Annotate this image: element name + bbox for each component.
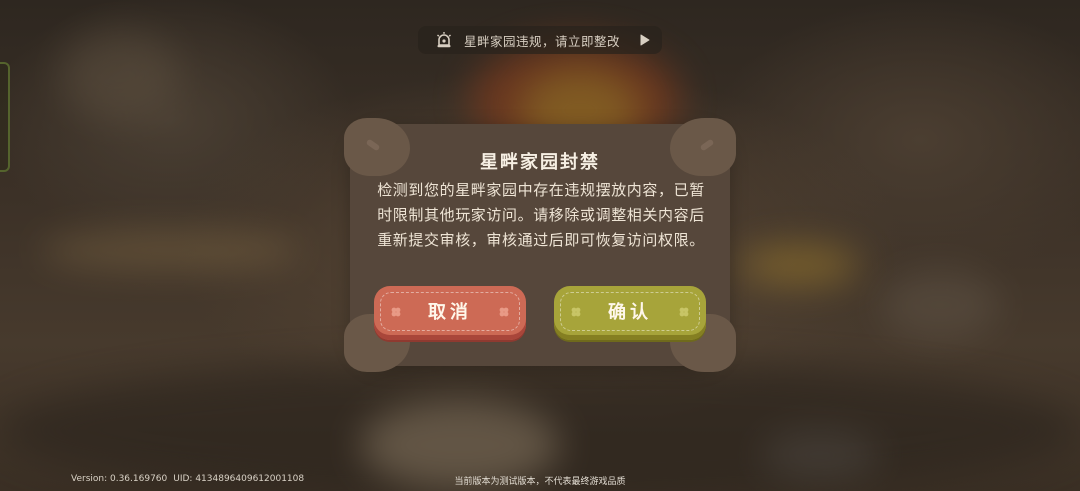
dialog-message: 检测到您的星畔家园中存在违规摆放内容，已暂时限制其他玩家访问。请移除或调整相关内… bbox=[377, 181, 705, 249]
clover-icon bbox=[391, 307, 401, 317]
play-icon bbox=[640, 34, 652, 46]
cancel-button-label: 取消 bbox=[428, 302, 472, 323]
dialog-title: 星畔家园封禁 bbox=[480, 152, 600, 173]
notice-text: 星畔家园违规，请立即整改 bbox=[464, 33, 621, 49]
alarm-icon bbox=[434, 30, 454, 50]
clover-icon bbox=[499, 307, 509, 317]
confirm-button[interactable]: 确认 bbox=[554, 286, 706, 340]
ban-dialog: 星畔家园封禁 检测到您的星畔家园中存在违规摆放内容，已暂时限制其他玩家访问。请移… bbox=[344, 118, 736, 372]
confirm-button-label: 确认 bbox=[608, 302, 652, 323]
side-panel-tab[interactable] bbox=[0, 62, 10, 172]
cancel-button[interactable]: 取消 bbox=[374, 286, 526, 340]
test-version-disclaimer: 当前版本为测试版本，不代表最终游戏品质 bbox=[454, 477, 626, 487]
violation-notice-banner[interactable]: 星畔家园违规，请立即整改 bbox=[418, 26, 662, 54]
clover-icon bbox=[679, 307, 689, 317]
clover-icon bbox=[571, 307, 581, 317]
